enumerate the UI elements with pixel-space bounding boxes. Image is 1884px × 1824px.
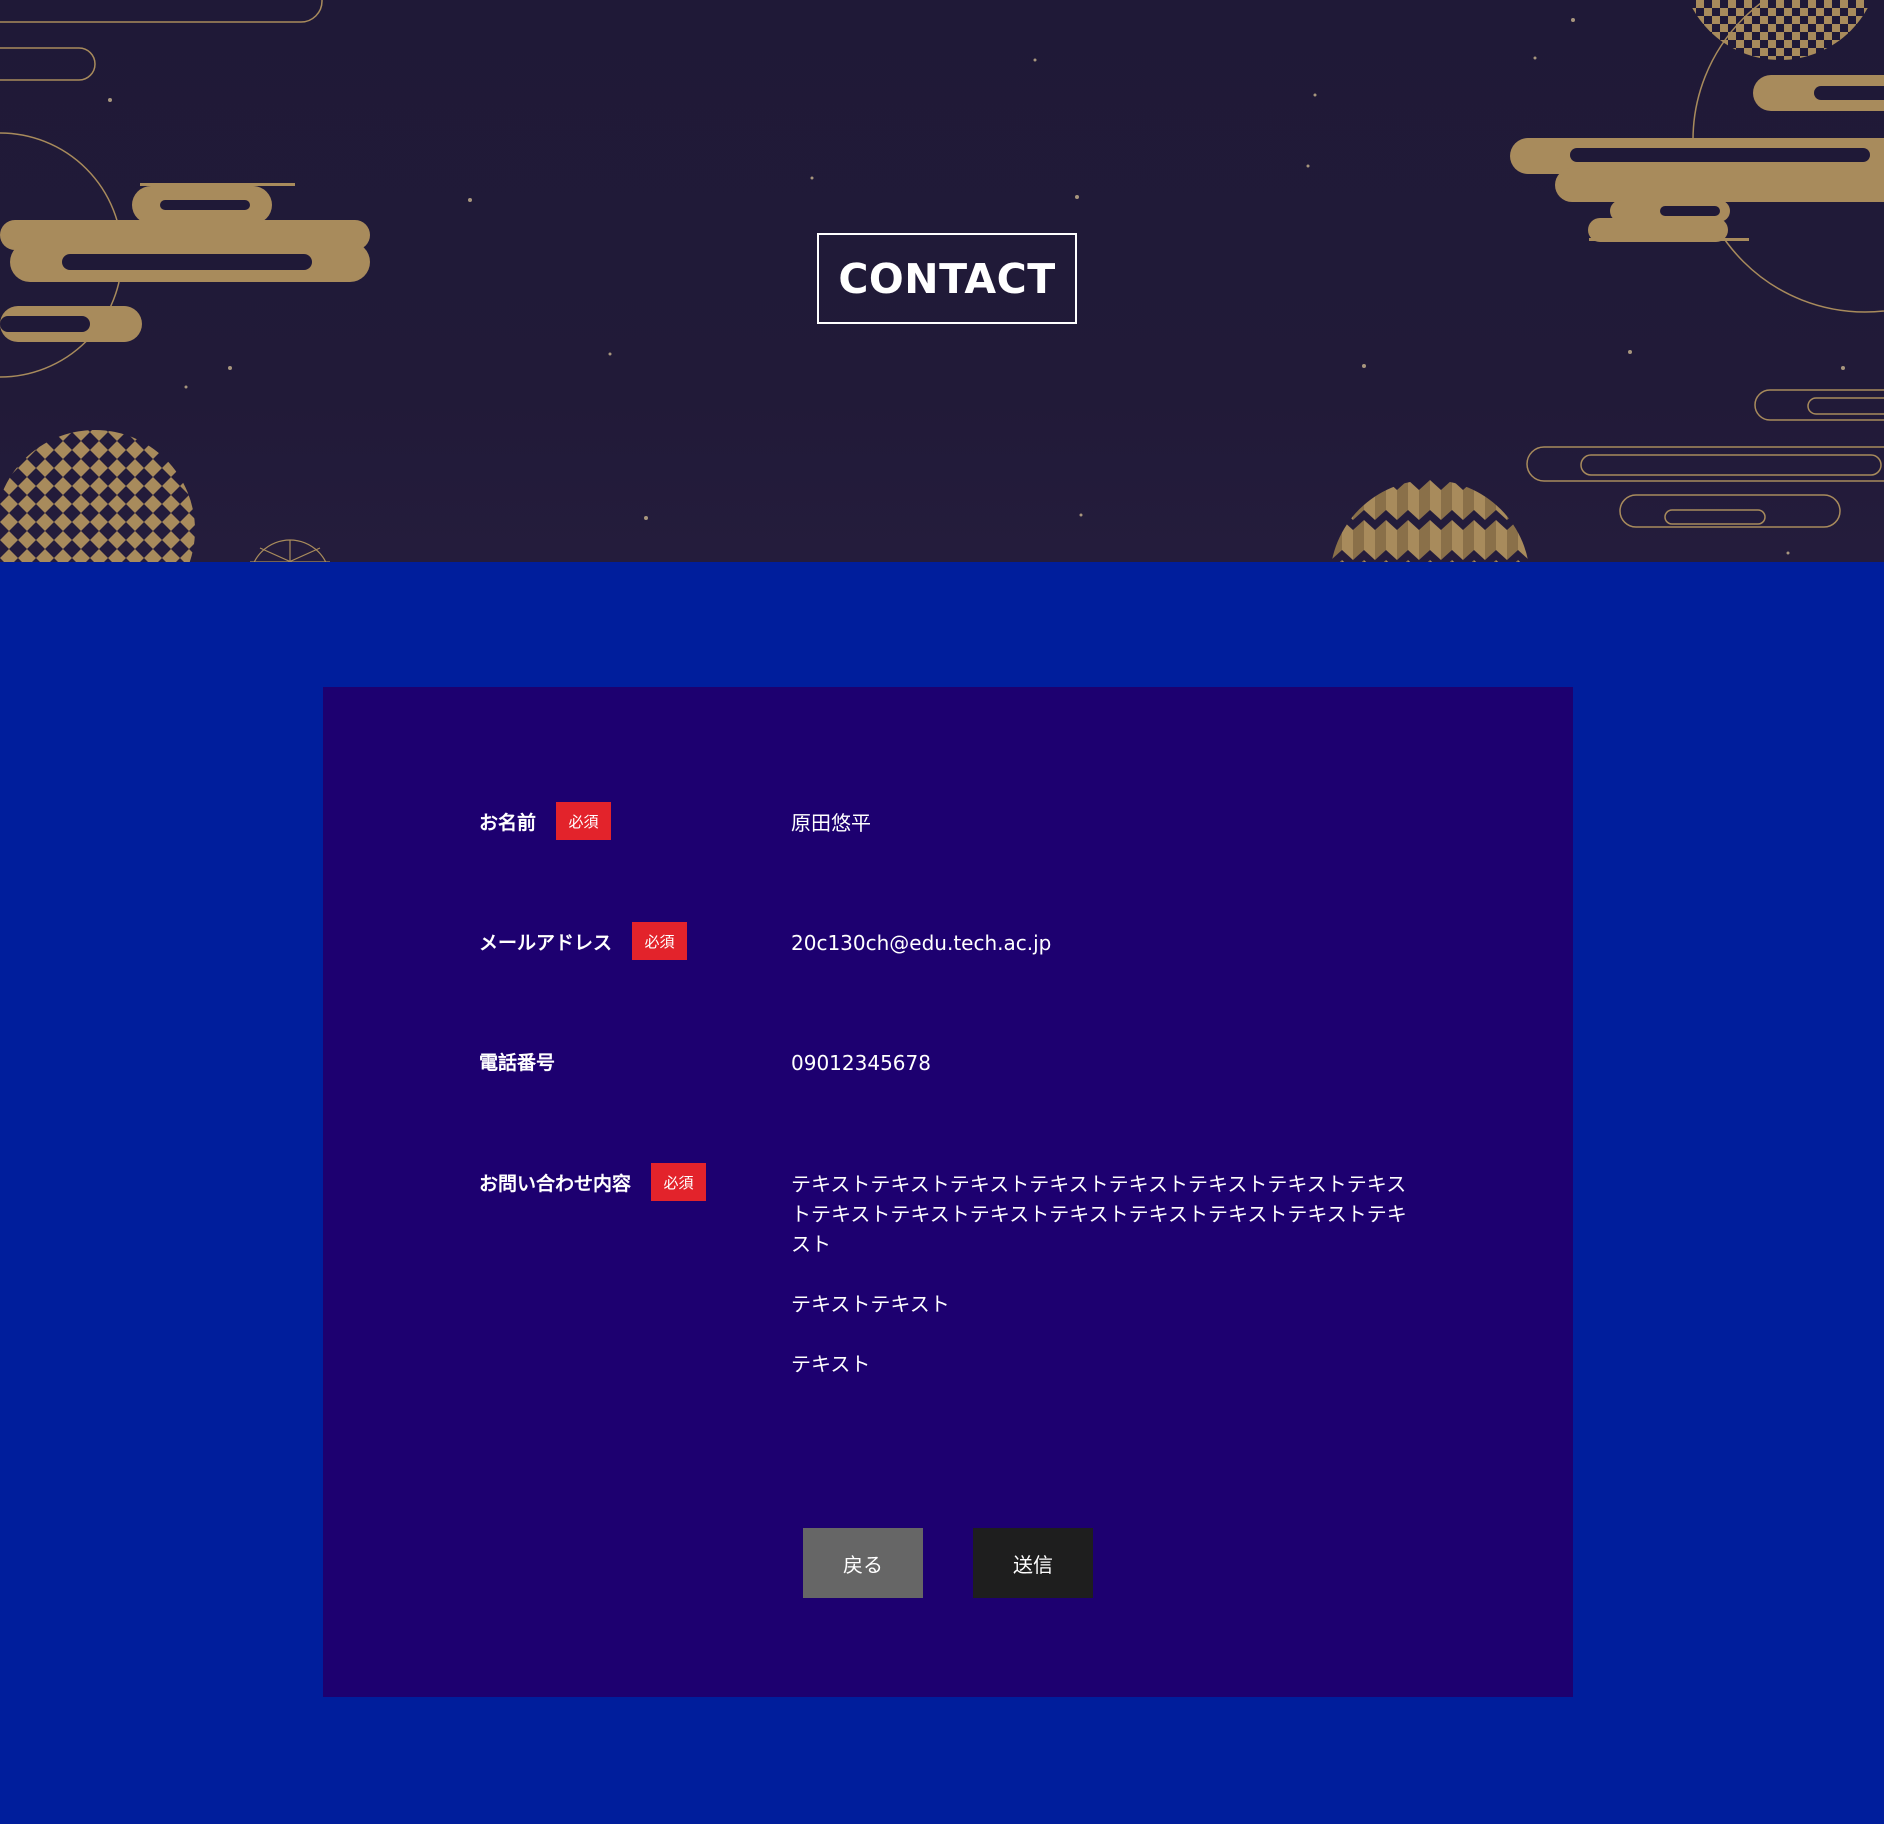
field-label-group: 電話番号 [479,1042,555,1080]
message-extra-line: テキスト [791,1352,871,1376]
field-value-phone: 09012345678 [791,1051,931,1075]
message-extra-line: テキストテキスト [791,1292,950,1316]
send-button[interactable]: 送信 [973,1528,1093,1598]
required-badge: 必須 [651,1163,707,1201]
page-title-box: CONTACT [817,233,1077,324]
field-label: お名前 [479,811,537,834]
field-value-message: テキストテキストテキストテキストテキストテキストテキストテキストテキストテキスト… [791,1169,1421,1379]
field-label-group: お名前 必須 [479,802,612,840]
field-label: 電話番号 [479,1051,556,1074]
field-value-email: 20c130ch@edu.tech.ac.jp [791,931,1052,955]
field-label: メールアドレス [479,931,613,954]
field-value-name: 原田悠平 [791,811,871,835]
main-section: お名前 必須 原田悠平 メールアドレス 必須 20c130ch@edu.tech… [0,562,1884,1824]
page-title: CONTACT [838,254,1056,303]
field-label-group: お問い合わせ内容 必須 [479,1163,707,1201]
hero-banner: CONTACT [0,0,1884,562]
required-badge: 必須 [632,922,688,960]
back-button[interactable]: 戻る [803,1528,923,1598]
message-text: テキストテキストテキストテキストテキストテキストテキストテキストテキストテキスト… [791,1172,1407,1256]
confirm-panel: お名前 必須 原田悠平 メールアドレス 必須 20c130ch@edu.tech… [323,687,1573,1697]
required-badge: 必須 [556,802,612,840]
field-label-group: メールアドレス 必須 [479,922,688,960]
field-label: お問い合わせ内容 [479,1172,632,1195]
